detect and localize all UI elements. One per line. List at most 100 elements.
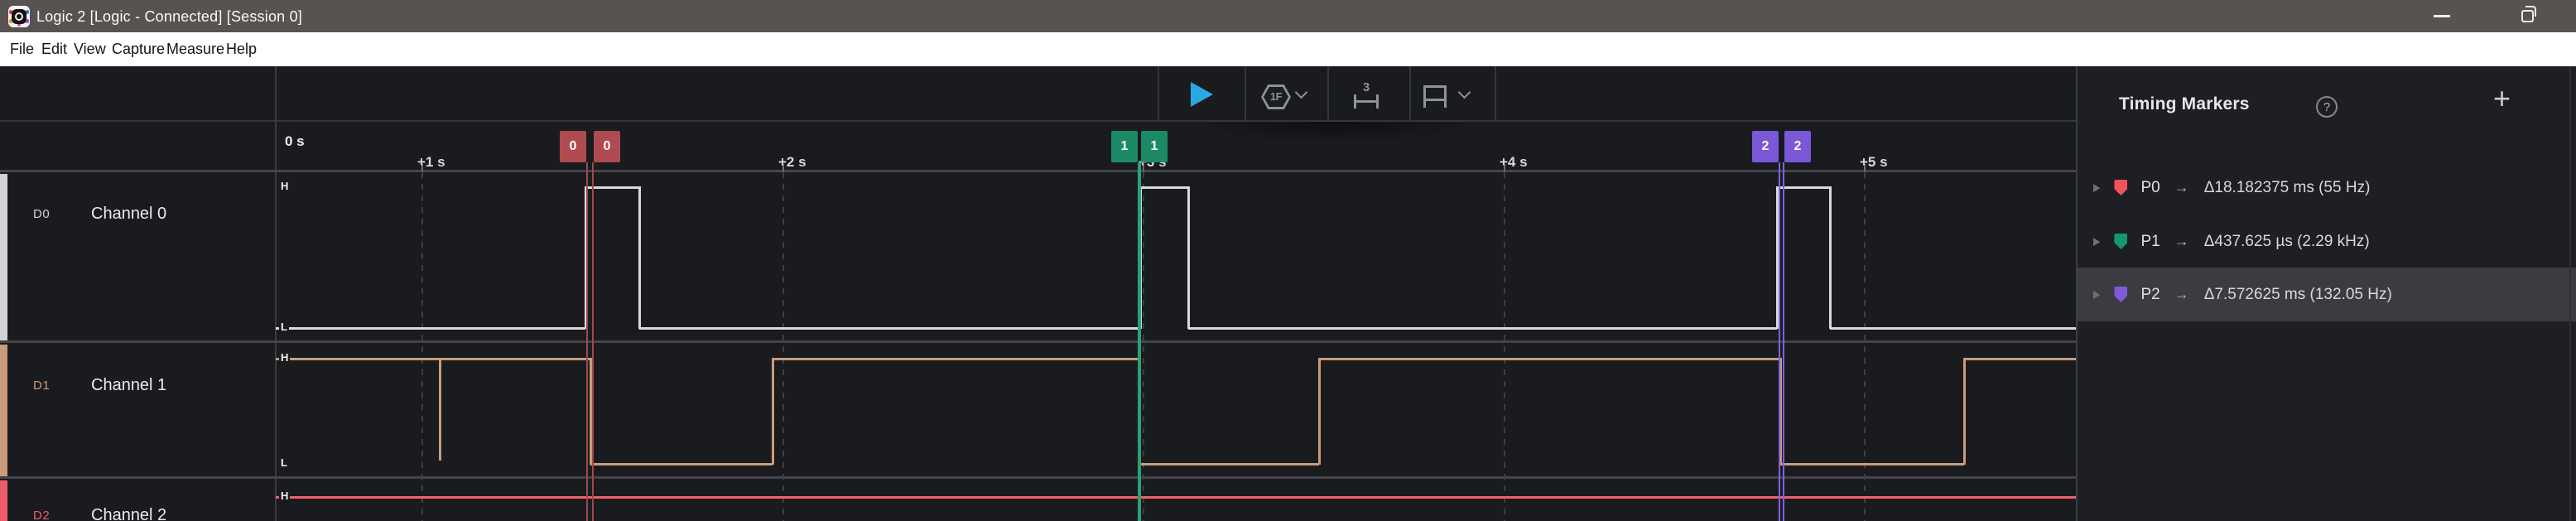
- timing-marker-flag[interactable]: 1: [1141, 131, 1168, 162]
- marker-pair-label: P1: [2140, 233, 2160, 251]
- menu-help[interactable]: Help: [226, 32, 257, 66]
- timing-marker-line[interactable]: [1139, 162, 1141, 521]
- channel-color-strip: [0, 480, 7, 521]
- timing-markers-panel: Timing Markers ? + ▶ P0 → Δ18.182375 ms …: [2076, 66, 2576, 521]
- level-low-label: L: [279, 456, 289, 469]
- level-high-label: H: [279, 351, 290, 364]
- timing-markers-button[interactable]: 3: [1352, 80, 1380, 110]
- window-title: Logic 2 [Logic - Connected] [Session 0]: [36, 8, 302, 26]
- channel-separator: [0, 476, 2076, 479]
- menu-measure[interactable]: Measure: [166, 32, 224, 66]
- glitch-pulse: [439, 359, 441, 461]
- timing-marker-line[interactable]: [586, 162, 588, 521]
- waveform-segment[interactable]: [276, 496, 2076, 499]
- play-icon: [1191, 82, 1213, 107]
- annotations-button[interactable]: [1423, 85, 1452, 109]
- level-high-label: H: [279, 180, 290, 192]
- label-column-separator: [275, 66, 277, 521]
- waveform-segment[interactable]: [639, 327, 1140, 330]
- marker-pair-label: P2: [2140, 286, 2160, 304]
- waveform-edge: [1829, 186, 1832, 329]
- arrow-right-icon: →: [2174, 286, 2189, 303]
- waveform-segment[interactable]: [1780, 463, 1964, 466]
- restore-button[interactable]: [2505, 0, 2553, 32]
- measure-ruler-icon: [1354, 100, 1379, 103]
- expand-arrow-icon[interactable]: ▶: [2093, 235, 2100, 248]
- minimize-button[interactable]: [2418, 0, 2466, 32]
- waveform-segment[interactable]: [1139, 463, 1319, 466]
- waveform-segment[interactable]: [1140, 186, 1188, 189]
- timing-marker-row-p1[interactable]: ▶ P1 → Δ437.625 µs (2.29 kHz): [2078, 215, 2576, 268]
- help-icon[interactable]: ?: [2316, 96, 2338, 118]
- timing-marker-flag[interactable]: 0: [594, 131, 620, 162]
- chevron-down-icon[interactable]: [1295, 86, 1308, 99]
- timeline-origin-label: 0 s: [285, 133, 305, 150]
- timeline-gridline: [421, 172, 423, 521]
- channel-designator: D2: [33, 509, 50, 521]
- marker-pair-icon: [2114, 234, 2127, 249]
- timing-marker-line[interactable]: [1779, 162, 1780, 521]
- waveform-segment[interactable]: [1830, 327, 2076, 330]
- timeline-tick-label: +5 s: [1860, 154, 1888, 171]
- timeline-gridline: [1864, 172, 1866, 521]
- expand-arrow-icon[interactable]: ▶: [2093, 181, 2100, 195]
- timing-marker-flag[interactable]: 0: [560, 131, 586, 162]
- toolbar-separator: [1158, 66, 1159, 121]
- marker-measurement-value: Δ437.625 µs (2.29 kHz): [2204, 233, 2370, 251]
- marker-count-label: 3: [1352, 80, 1380, 94]
- marker-pair-label: P0: [2140, 179, 2160, 197]
- menu-view[interactable]: View: [74, 32, 106, 66]
- menu-edit[interactable]: Edit: [41, 32, 67, 66]
- timing-marker-flag[interactable]: 1: [1111, 131, 1138, 162]
- marker-pair-icon: [2114, 287, 2127, 302]
- menu-capture[interactable]: Capture: [112, 32, 165, 66]
- timeline-gridline: [782, 172, 784, 521]
- waveform-segment[interactable]: [773, 358, 1139, 360]
- add-marker-button[interactable]: +: [2493, 81, 2511, 116]
- toolbar-shadow: [1151, 122, 1515, 152]
- channel-separator: [0, 340, 2076, 343]
- waveform-segment[interactable]: [1188, 327, 1777, 330]
- waveform-segment[interactable]: [1319, 358, 1780, 360]
- level-high-label: H: [279, 490, 290, 502]
- timeline-gridline: [1504, 172, 1505, 521]
- waveform-segment[interactable]: [1777, 186, 1830, 189]
- waveform-edge: [1187, 186, 1190, 329]
- toolbar-separator: [1245, 66, 1246, 121]
- waveform-segment[interactable]: [1964, 358, 2076, 360]
- arrow-right-icon: →: [2174, 179, 2189, 196]
- toolbar-bottom-border: [0, 120, 2076, 122]
- expand-arrow-icon[interactable]: ▶: [2093, 288, 2100, 302]
- timing-marker-line[interactable]: [1783, 162, 1784, 521]
- timing-marker-row-p0[interactable]: ▶ P0 → Δ18.182375 ms (55 Hz): [2078, 161, 2576, 215]
- timeline-tick-label: +1 s: [417, 154, 445, 171]
- waveform-edge: [1963, 358, 1966, 465]
- menu-file[interactable]: File: [10, 32, 34, 66]
- marker-pair-icon: [2114, 180, 2127, 195]
- waveform-segment[interactable]: [276, 358, 590, 360]
- toolbar-separator: [1409, 66, 1411, 121]
- channel-name[interactable]: Channel 2: [91, 506, 166, 521]
- waveform-segment[interactable]: [590, 463, 773, 466]
- timing-marker-flag[interactable]: 2: [1784, 131, 1811, 162]
- channel-color-strip: [0, 345, 7, 476]
- app-logo-icon: [8, 6, 30, 27]
- marker-measurement-value: Δ18.182375 ms (55 Hz): [2204, 179, 2371, 197]
- title-bar: Logic 2 [Logic - Connected] [Session 0]: [0, 0, 2576, 32]
- channel-separator: [0, 170, 2076, 172]
- channel-designator: D0: [33, 207, 50, 221]
- timing-marker-line[interactable]: [592, 162, 594, 521]
- timing-marker-row-p2[interactable]: ▶ P2 → Δ7.572625 ms (132.05 Hz): [2078, 268, 2576, 321]
- waveform-edge: [638, 186, 641, 329]
- panel-right-edge: [2569, 66, 2571, 521]
- chevron-down-icon[interactable]: [1458, 86, 1471, 99]
- waveform-edge: [1318, 358, 1321, 465]
- radix-label: 1F: [1261, 84, 1291, 109]
- timing-marker-flag[interactable]: 2: [1752, 131, 1779, 162]
- waveform-edge: [772, 358, 774, 465]
- channel-name[interactable]: Channel 1: [91, 376, 166, 395]
- channel-name[interactable]: Channel 0: [91, 205, 166, 224]
- timeline-tick-label: +2 s: [778, 154, 807, 171]
- data-display-radix-button[interactable]: 1F: [1261, 84, 1291, 109]
- waveform-segment[interactable]: [276, 327, 585, 330]
